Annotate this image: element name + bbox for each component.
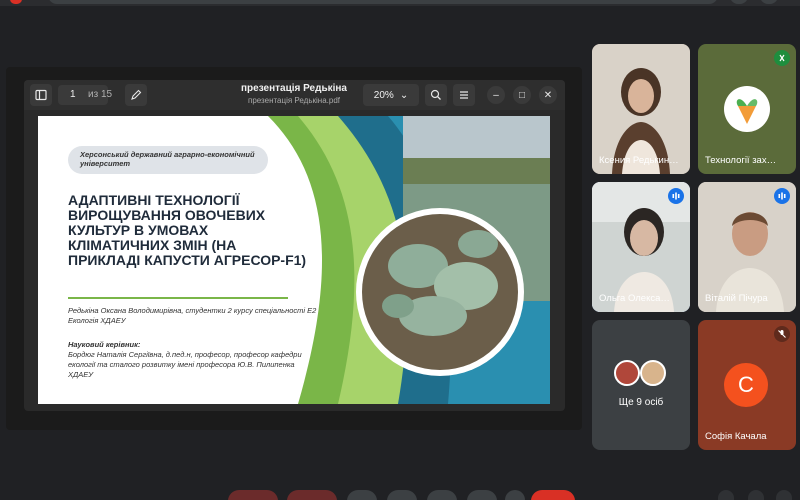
raise-hand-button[interactable] bbox=[467, 490, 497, 500]
zoom-select[interactable]: 20% ⌄ bbox=[363, 84, 419, 106]
maximize-icon[interactable]: □ bbox=[513, 86, 531, 104]
participant-tile-3[interactable]: Ольга Олекса… bbox=[592, 182, 690, 312]
title-divider bbox=[68, 297, 288, 299]
zoom-level: 20% bbox=[373, 89, 394, 101]
reactions-button[interactable] bbox=[387, 490, 417, 500]
menu-icon[interactable] bbox=[453, 84, 475, 106]
more-options-button[interactable] bbox=[505, 490, 525, 500]
participant-tile-1[interactable]: Ксения Редькин… bbox=[592, 44, 690, 174]
avatar bbox=[614, 360, 640, 386]
advisor-text: Бордюг Наталія Сергіївна, д.пед.н, профе… bbox=[68, 350, 302, 379]
mic-button[interactable] bbox=[228, 490, 278, 500]
participant-name-1: Ксения Редькин… bbox=[599, 155, 679, 166]
more-participants-label: Ще 9 осіб bbox=[618, 397, 664, 408]
page-current: 1 bbox=[70, 89, 76, 100]
slide-title: АДАПТИВНІ ТЕХНОЛОГІЇ ВИРОЩУВАННЯ ОВОЧЕВИ… bbox=[68, 192, 307, 268]
info-button[interactable] bbox=[718, 490, 734, 500]
sidebar-toggle-icon[interactable] bbox=[30, 84, 52, 106]
participant-tile-6[interactable]: С Софія Качала bbox=[698, 320, 796, 450]
captions-button[interactable] bbox=[347, 490, 377, 500]
participant-name-6: Софія Качала bbox=[705, 431, 767, 442]
author-text: Редькіна Оксана Володимирівна, студентки… bbox=[68, 306, 317, 325]
avatar bbox=[640, 360, 666, 386]
audio-level-icon bbox=[668, 188, 684, 204]
annotate-pen-icon[interactable] bbox=[125, 84, 147, 106]
top-button-2[interactable] bbox=[760, 0, 778, 4]
speaking-icon bbox=[774, 50, 790, 66]
chevron-down-icon: ⌄ bbox=[399, 89, 409, 101]
avatar: С bbox=[724, 363, 768, 407]
pdf-toolbar: 1 из 15 презентація Редькіна презентація… bbox=[24, 80, 565, 110]
participant-tile-2[interactable]: Технології зах… bbox=[698, 44, 796, 174]
top-search-field[interactable] bbox=[48, 0, 718, 4]
camera-button[interactable] bbox=[287, 490, 337, 500]
people-button[interactable] bbox=[748, 490, 764, 500]
more-participants-tile[interactable]: Ще 9 осіб bbox=[592, 320, 690, 450]
close-icon[interactable]: ✕ bbox=[539, 86, 557, 104]
pdf-viewer-window: 1 из 15 презентація Редькіна презентація… bbox=[24, 80, 565, 411]
muted-mic-icon bbox=[774, 326, 790, 342]
top-button-1[interactable] bbox=[730, 0, 748, 4]
organization-logo bbox=[724, 86, 770, 132]
chat-button[interactable] bbox=[776, 490, 792, 500]
participant-tile-4[interactable]: Віталій Пічура bbox=[698, 182, 796, 312]
participant-name-4: Віталій Пічура bbox=[705, 293, 768, 304]
participant-name-3: Ольга Олекса… bbox=[599, 293, 670, 304]
page-total: из 15 bbox=[88, 89, 113, 100]
advisor-heading: Науковий керівник: bbox=[68, 340, 141, 349]
participant-name-2: Технології зах… bbox=[705, 155, 777, 166]
presentation-slide: Херсонський державний аграрно-економічни… bbox=[38, 116, 550, 404]
university-name: Херсонський державний аграрно-економічни… bbox=[80, 150, 255, 168]
audio-level-icon bbox=[774, 188, 790, 204]
search-icon[interactable] bbox=[425, 84, 447, 106]
minimize-icon[interactable]: – bbox=[487, 86, 505, 104]
recording-indicator bbox=[10, 0, 22, 4]
present-button[interactable] bbox=[427, 490, 457, 500]
meeting-screen: 1 из 15 презентація Редькіна презентація… bbox=[0, 0, 800, 500]
top-bar bbox=[0, 0, 800, 6]
leave-call-button[interactable] bbox=[531, 490, 575, 500]
